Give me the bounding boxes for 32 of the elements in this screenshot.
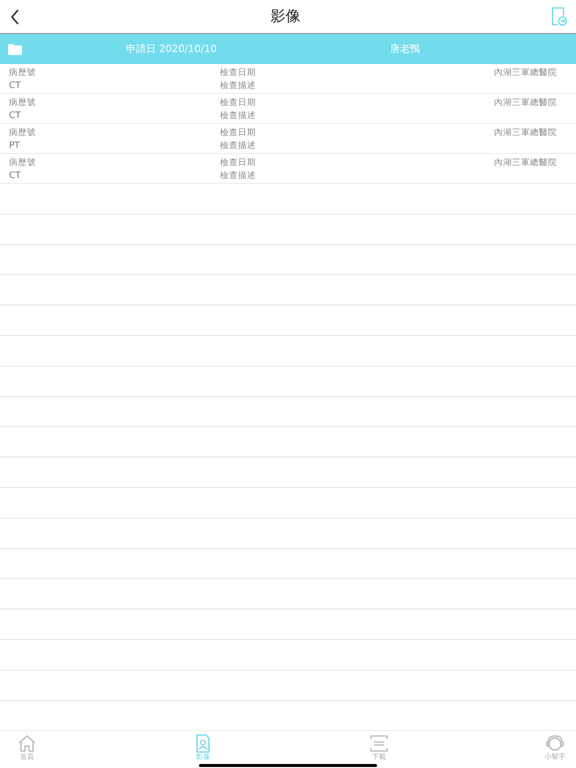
home-icon: [17, 734, 37, 753]
exam-description-label: 檢查描述: [220, 170, 257, 182]
record-row[interactable]: 病歷號 檢查日期 內湖三軍總醫院 CT 檢查描述: [0, 94, 576, 124]
patient-name: 唐老鴨: [390, 42, 420, 56]
group-header[interactable]: 申請日 2020/10/10 唐老鴨: [0, 34, 576, 64]
exam-date-label: 檢查日期: [220, 126, 257, 138]
exam-description-label: 檢查描述: [220, 80, 257, 92]
exam-description-label: 檢查描述: [220, 110, 257, 122]
exam-date-label: 檢查日期: [220, 156, 257, 168]
folder-icon: [8, 44, 22, 54]
page-title: 影像: [270, 7, 300, 26]
record-row[interactable]: 病歷號 檢查日期 內湖三軍總醫院 CT 檢查描述: [0, 64, 576, 94]
modality: PT: [9, 140, 21, 150]
back-icon[interactable]: [10, 8, 20, 24]
chart-number-label: 病歷號: [9, 96, 37, 108]
modality: CT: [9, 110, 22, 120]
chart-number-label: 病歷號: [9, 126, 37, 138]
chart-number-label: 病歷號: [9, 66, 37, 78]
record-row[interactable]: 病歷號 檢查日期 內湖三軍總醫院 PT 檢查描述: [0, 124, 576, 154]
exam-date-label: 檢查日期: [220, 96, 257, 108]
chart-number-label: 病歷號: [9, 156, 37, 168]
headset-icon: [545, 734, 565, 753]
document-lines-icon: [369, 734, 389, 753]
hospital-name: 內湖三軍總醫院: [494, 96, 557, 108]
exam-date-label: 檢查日期: [220, 66, 257, 78]
request-date: 申請日 2020/10/10: [126, 42, 217, 56]
hospital-name: 內湖三軍總醫院: [494, 156, 557, 168]
modality: CT: [9, 170, 22, 180]
hospital-name: 內湖三軍總醫院: [494, 126, 557, 138]
exam-description-label: 檢查描述: [220, 140, 257, 152]
hospital-name: 內湖三軍總醫院: [494, 66, 557, 78]
modality: CT: [9, 80, 22, 90]
